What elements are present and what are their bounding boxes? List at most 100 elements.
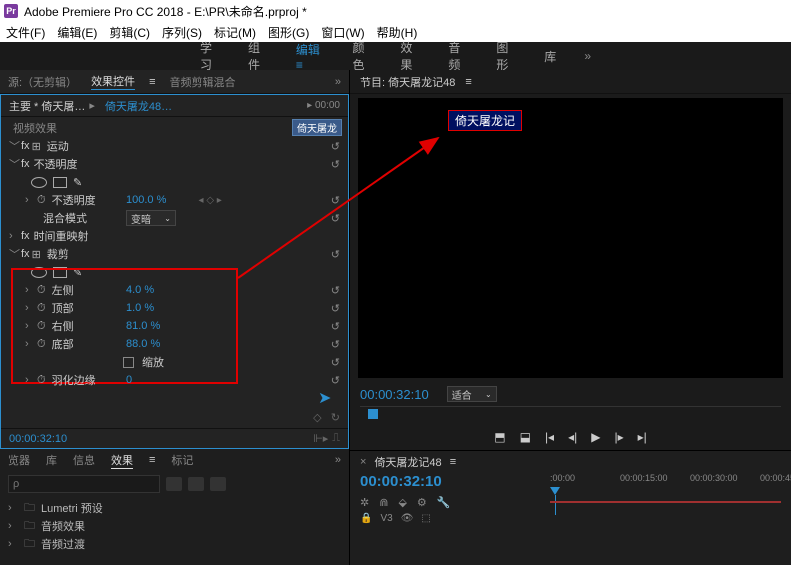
reset-icon[interactable]: ↺ (331, 140, 340, 153)
preset-type-icon[interactable] (166, 477, 182, 491)
tab-library[interactable]: 库 (46, 452, 57, 468)
timeline-sequence-tab[interactable]: 倚天屠龙记48 (374, 454, 441, 470)
stopwatch-icon[interactable]: ⏱ (37, 338, 46, 351)
tab-markers[interactable]: 标记 (171, 452, 193, 468)
pen-mask-icon[interactable]: ✎ (73, 176, 82, 189)
ws-overflow-icon[interactable]: » (584, 49, 591, 63)
reset-icon[interactable]: ↺ (331, 374, 340, 387)
folder-audio-fx[interactable]: ›🗀音频效果 (8, 517, 341, 535)
track-output-icon[interactable]: ⬚ (421, 513, 430, 524)
ws-learn[interactable]: 学习 (200, 39, 220, 73)
wrench-icon[interactable]: ⎍ (332, 432, 340, 445)
toggle-icon[interactable]: ⊩▸ (313, 432, 328, 445)
reset-icon[interactable]: ↺ (331, 248, 340, 261)
panel-overflow-icon[interactable]: » (335, 76, 341, 88)
reset-icon[interactable]: ↺ (331, 302, 340, 315)
program-scrubber[interactable] (360, 406, 781, 424)
menu-edit[interactable]: 编辑(E) (57, 24, 97, 41)
mark-out-icon[interactable]: ⬓ (520, 430, 531, 444)
ws-graphics[interactable]: 图形 (496, 39, 516, 73)
effects-search-input[interactable] (8, 475, 160, 493)
tab-source[interactable]: 源:（无剪辑） (8, 74, 77, 90)
marker-icon[interactable]: ⬙ (398, 496, 406, 509)
ellipse-mask-icon[interactable] (31, 177, 47, 188)
row-crop-bottom[interactable]: ›⏱ 底部 88.0 % ↺ (1, 335, 348, 353)
settings-icon[interactable]: ⚙ (417, 496, 427, 509)
wrench-icon[interactable]: 🔧 (437, 496, 451, 509)
crop-bottom-value[interactable]: 88.0 % (126, 338, 160, 350)
zoom-fit-dropdown[interactable]: 适合⌄ (447, 386, 497, 402)
ws-editing[interactable]: 编辑 (296, 41, 325, 72)
timeline-ruler[interactable]: :00:00 00:00:15:00 00:00:30:00 00:00:45:… (550, 473, 781, 509)
panel-overflow-icon[interactable]: » (335, 454, 341, 466)
tab-effects[interactable]: 效果 (111, 452, 133, 469)
link-icon[interactable]: ⋒ (379, 496, 388, 509)
crop-right-value[interactable]: 81.0 % (126, 320, 160, 332)
opacity-value[interactable]: 100.0 % (126, 194, 166, 206)
row-crop-zoom[interactable]: 缩放 ↺ (1, 353, 348, 371)
row-opacity-value[interactable]: ›⏱ 不透明度 100.0 % ◂ ◇ ▸ ↺ (1, 191, 348, 209)
row-crop-left[interactable]: ›⏱ 左侧 4.0 % ↺ (1, 281, 348, 299)
ws-library[interactable]: 库 (544, 48, 556, 65)
reset-icon[interactable]: ↺ (331, 212, 340, 225)
ec-timecode[interactable]: 00:00:32:10 (9, 433, 67, 445)
stopwatch-icon[interactable]: ⏱ (37, 284, 46, 297)
timeline-timecode[interactable]: 00:00:32:10 (360, 473, 550, 490)
row-feather[interactable]: ›⏱ 羽化边缘 0 ↺ (1, 371, 348, 389)
lock-icon[interactable]: 🔒 (360, 513, 372, 524)
ws-assembly[interactable]: 组件 (248, 39, 268, 73)
selection-tool-icon[interactable]: ➤ (318, 388, 331, 408)
timeline-playhead-icon[interactable] (550, 487, 560, 495)
menu-marker[interactable]: 标记(M) (214, 24, 256, 41)
go-in-icon[interactable]: |◂ (545, 430, 554, 444)
program-monitor[interactable]: 倚天屠龙记 (358, 98, 783, 378)
program-timecode[interactable]: 00:00:32:10 (360, 387, 429, 402)
ws-color[interactable]: 颜色 (352, 39, 372, 73)
crop-left-value[interactable]: 4.0 % (126, 284, 154, 296)
row-crop-right[interactable]: ›⏱ 右侧 81.0 % ↺ (1, 317, 348, 335)
row-crop-top[interactable]: ›⏱ 顶部 1.0 % ↺ (1, 299, 348, 317)
ws-effects[interactable]: 效果 (400, 39, 420, 73)
row-motion[interactable]: ﹀fx ⊞ 运动 ↺ (1, 137, 348, 155)
reset-icon[interactable]: ↺ (331, 320, 340, 333)
reset-icon[interactable]: ↺ (331, 338, 340, 351)
ws-audio[interactable]: 音频 (448, 39, 468, 73)
blend-mode-dropdown[interactable]: 变暗⌄ (126, 210, 176, 226)
menu-sequence[interactable]: 序列(S) (162, 24, 202, 41)
tab-program[interactable]: 节目: 倚天屠龙记48 (360, 74, 455, 90)
ec-clip-link[interactable]: 倚天屠龙48… (105, 98, 172, 114)
preset-type-icon[interactable] (188, 477, 204, 491)
track-header-v3[interactable]: 🔒 V3 👁 ⬚ (360, 513, 550, 524)
menu-graphic[interactable]: 图形(G) (268, 24, 309, 41)
reset-icon[interactable]: ↺ (331, 284, 340, 297)
go-out-icon[interactable]: ▸| (638, 430, 647, 444)
menu-file[interactable]: 文件(F) (6, 24, 45, 41)
rect-mask-icon[interactable] (53, 177, 67, 188)
feather-value[interactable]: 0 (126, 374, 132, 386)
row-time-remap[interactable]: ›fx 时间重映射 (1, 227, 348, 245)
reset-icon[interactable]: ↺ (331, 194, 340, 207)
reset-icon[interactable]: ↺ (331, 356, 340, 369)
preset-type-icon[interactable] (210, 477, 226, 491)
tab-browser[interactable]: 览器 (8, 452, 30, 468)
menu-clip[interactable]: 剪辑(C) (109, 24, 150, 41)
folder-audio-tr[interactable]: ›🗀音频过渡 (8, 535, 341, 553)
crop-top-value[interactable]: 1.0 % (126, 302, 154, 314)
tab-audio-mixer[interactable]: 音频剪辑混合 (169, 74, 235, 90)
row-opacity[interactable]: ﹀fx 不透明度 ↺ (1, 155, 348, 173)
step-fwd-icon[interactable]: |▸ (614, 430, 623, 444)
tab-info[interactable]: 信息 (73, 452, 95, 468)
stopwatch-icon[interactable]: ⏱ (37, 320, 46, 333)
menu-help[interactable]: 帮助(H) (377, 24, 418, 41)
checkbox-icon[interactable] (123, 357, 134, 368)
snap-icon[interactable]: ✲ (360, 496, 369, 509)
row-crop[interactable]: ﹀fx ⊞ 裁剪 ↺ (1, 245, 348, 263)
tab-effect-controls[interactable]: 效果控件 (91, 73, 135, 90)
menu-window[interactable]: 窗口(W) (321, 24, 364, 41)
eye-icon[interactable]: 👁 (401, 513, 414, 524)
play-icon[interactable]: ▶ (591, 430, 600, 444)
stopwatch-icon[interactable]: ⏱ (37, 194, 46, 207)
step-back-icon[interactable]: ◂| (568, 430, 577, 444)
stopwatch-icon[interactable]: ⏱ (37, 374, 46, 387)
mark-in-icon[interactable]: ⬒ (494, 430, 505, 444)
